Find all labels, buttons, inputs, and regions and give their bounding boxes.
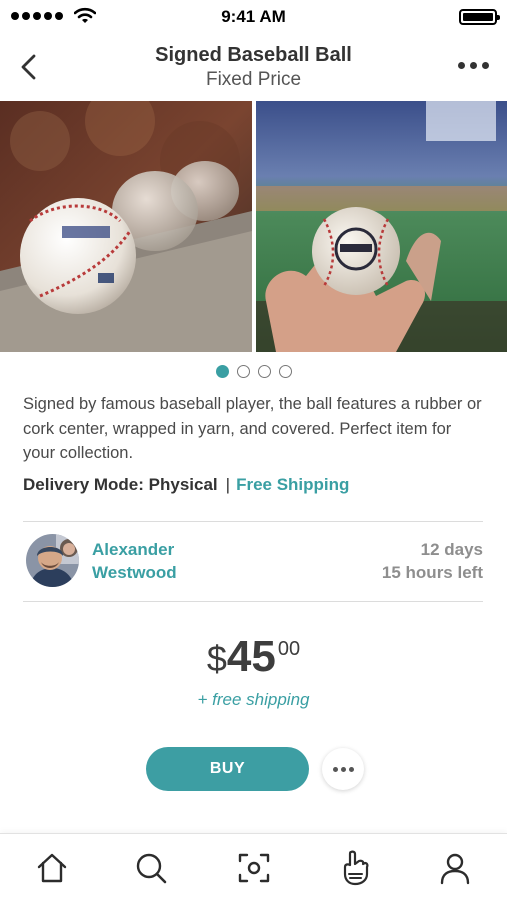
time-remaining: 12 days 15 hours left bbox=[382, 538, 483, 584]
foam-finger-icon bbox=[343, 850, 369, 886]
battery-icon bbox=[459, 9, 500, 25]
seller-first-name: Alexander bbox=[92, 540, 175, 559]
price-cents: 00 bbox=[277, 638, 301, 660]
shipping-note: + free shipping bbox=[197, 690, 310, 709]
page-title: Signed Baseball Ball bbox=[155, 44, 352, 66]
shipping-label: Free Shipping bbox=[236, 475, 350, 494]
search-icon bbox=[136, 853, 167, 884]
seller-avatar[interactable] bbox=[26, 534, 79, 587]
price: $45 00 bbox=[0, 632, 507, 682]
tab-bar bbox=[0, 833, 507, 900]
nav-header: Signed Baseball Ball Fixed Price bbox=[0, 34, 507, 100]
seller-name[interactable]: Alexander Westwood bbox=[92, 538, 177, 584]
more-horizontal-icon bbox=[458, 62, 465, 69]
tab-scan[interactable] bbox=[236, 850, 272, 886]
gallery-dot-1[interactable] bbox=[215, 365, 229, 378]
status-time: 9:41 AM bbox=[221, 7, 286, 26]
divider bbox=[23, 521, 483, 522]
home-icon bbox=[37, 853, 67, 883]
product-photo-baseballs-on-ledge[interactable] bbox=[0, 101, 252, 352]
time-days: 12 days bbox=[420, 540, 483, 559]
tab-search[interactable] bbox=[133, 850, 169, 886]
delivery-separator: | bbox=[225, 475, 231, 494]
delivery-mode-label: Delivery Mode: Physical bbox=[23, 475, 218, 494]
tab-fan-zone[interactable] bbox=[337, 850, 373, 886]
gallery-dot-4[interactable] bbox=[278, 365, 292, 378]
divider bbox=[23, 601, 483, 602]
page-subtitle: Fixed Price bbox=[205, 69, 302, 90]
more-horizontal-icon bbox=[332, 766, 338, 772]
status-bar: 9:41 AM bbox=[0, 0, 507, 34]
price-amount: 45 bbox=[226, 632, 276, 681]
seller-last-name: Westwood bbox=[92, 563, 177, 582]
profile-icon bbox=[440, 853, 470, 885]
scan-icon bbox=[238, 853, 270, 883]
tab-profile[interactable] bbox=[437, 850, 473, 886]
product-photo-baseball-held-in-stadium[interactable] bbox=[256, 101, 507, 352]
gallery-dot-3[interactable] bbox=[257, 365, 271, 378]
product-description: Signed by famous baseball player, the ba… bbox=[23, 395, 482, 462]
buy-button[interactable]: BUY bbox=[146, 747, 309, 791]
gallery-dot-2[interactable] bbox=[236, 365, 250, 378]
more-actions-button[interactable] bbox=[322, 748, 364, 790]
product-gallery[interactable] bbox=[0, 101, 507, 352]
more-options-button[interactable] bbox=[458, 62, 489, 69]
price-currency: $ bbox=[206, 638, 227, 679]
time-hours: 15 hours left bbox=[381, 563, 483, 582]
tab-home[interactable] bbox=[34, 850, 70, 886]
gallery-pagination bbox=[0, 365, 507, 378]
delivery-info: Delivery Mode: Physical | Free Shipping bbox=[23, 475, 349, 495]
